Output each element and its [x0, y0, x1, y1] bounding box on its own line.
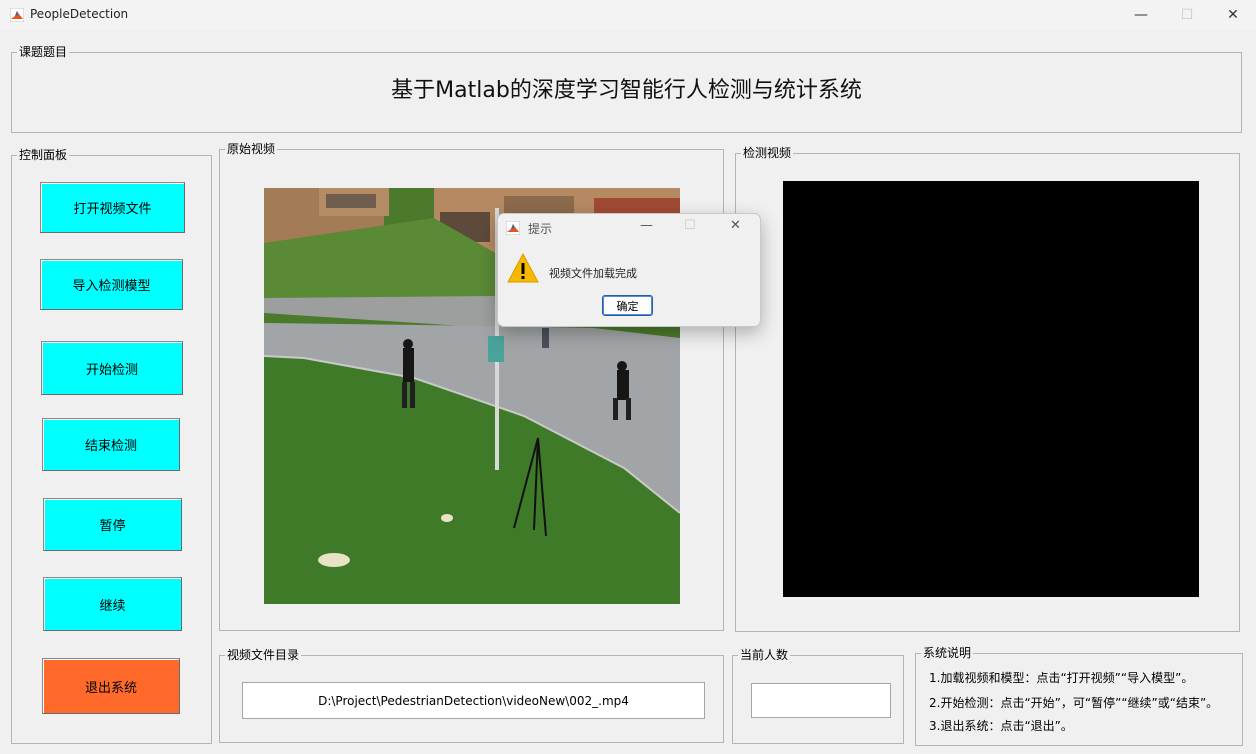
minimize-icon: — [1134, 7, 1148, 23]
dialog-maximize-button[interactable]: ☐ [684, 218, 696, 233]
dialog-close-button[interactable]: ✕ [730, 218, 741, 233]
dialog-minimize-button[interactable]: — [640, 218, 653, 233]
help-line-1: 1.加载视频和模型：点击“打开视频”“导入模型”。 [929, 671, 1194, 685]
file-path-legend: 视频文件目录 [225, 647, 302, 663]
load-model-button[interactable]: 导入检测模型 [40, 259, 183, 310]
system-help-panel: 系统说明 1.加载视频和模型：点击“打开视频”“导入模型”。 2.开始检测：点击… [915, 645, 1243, 746]
page-title: 基于Matlab的深度学习智能行人检测与统计系统 [391, 78, 862, 103]
resume-button[interactable]: 继续 [43, 577, 182, 631]
dialog-ok-button[interactable]: 确定 [602, 295, 653, 316]
dialog-message: 视频文件加载完成 [549, 267, 637, 280]
maximize-icon: ☐ [1180, 7, 1194, 23]
title-panel: 课题题目 基于Matlab的深度学习智能行人检测与统计系统 [11, 44, 1242, 133]
people-count-legend: 当前人数 [738, 647, 791, 663]
title-panel-legend: 课题题目 [17, 44, 70, 60]
alert-dialog: 提示 — ☐ ✕ 视频文件加载完成 确定 [497, 213, 761, 327]
warning-icon [507, 253, 539, 283]
close-window-button[interactable]: ✕ [1210, 0, 1256, 30]
matlab-logo-icon [10, 8, 24, 22]
maximize-button[interactable]: ☐ [1164, 0, 1210, 30]
dialog-title: 提示 [528, 222, 553, 236]
detection-video-frame [783, 181, 1199, 597]
people-count-panel: 当前人数 [732, 647, 904, 744]
window-title: PeopleDetection [30, 7, 129, 21]
system-help-legend: 系统说明 [921, 645, 974, 661]
help-line-3: 3.退出系统：点击“退出”。 [929, 719, 1073, 733]
original-video-legend: 原始视频 [225, 141, 278, 157]
matlab-logo-icon [506, 221, 520, 235]
help-line-2: 2.开始检测：点击“开始”，可“暂停”“继续”或“结束”。 [929, 696, 1219, 710]
close-icon: ✕ [1227, 7, 1239, 23]
file-path-panel: 视频文件目录 D:\Project\PedestrianDetection\vi… [219, 647, 724, 743]
stop-detection-button[interactable]: 结束检测 [42, 418, 180, 471]
open-video-button[interactable]: 打开视频文件 [40, 182, 185, 233]
video-path-field[interactable]: D:\Project\PedestrianDetection\videoNew\… [242, 682, 705, 719]
control-panel: 控制面板 打开视频文件 导入检测模型 开始检测 结束检测 暂停 继续 退出系统 [11, 147, 212, 744]
window-titlebar[interactable]: PeopleDetection — ☐ ✕ [0, 0, 1256, 30]
minimize-button[interactable]: — [1118, 0, 1164, 30]
control-panel-legend: 控制面板 [17, 147, 70, 163]
detection-video-legend: 检测视频 [741, 145, 794, 161]
pause-button[interactable]: 暂停 [43, 498, 182, 551]
exit-system-button[interactable]: 退出系统 [42, 658, 180, 714]
start-detection-button[interactable]: 开始检测 [41, 341, 183, 395]
people-count-field[interactable] [751, 683, 891, 718]
detection-video-panel: 检测视频 [735, 145, 1240, 632]
